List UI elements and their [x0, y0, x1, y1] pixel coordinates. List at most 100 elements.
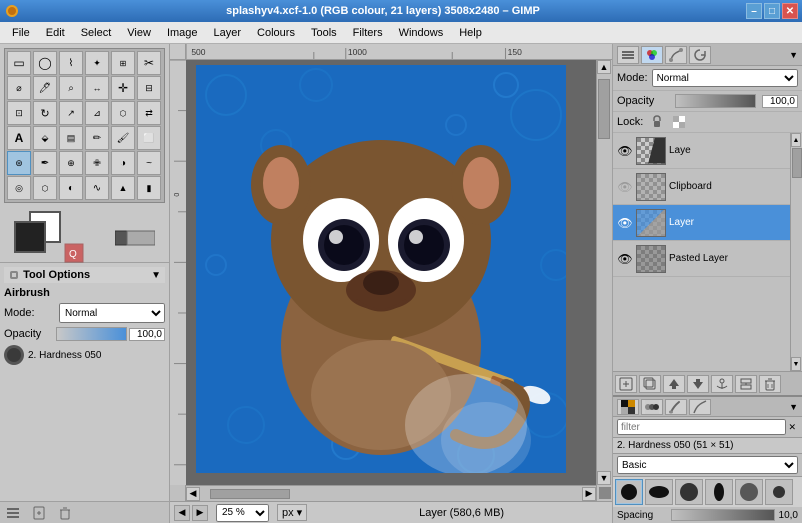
brush-preview[interactable]	[4, 345, 24, 365]
menu-tools[interactable]: Tools	[303, 25, 345, 41]
layer-item[interactable]: 👁 Laye	[613, 133, 790, 169]
tool-scissors[interactable]: ✂	[137, 51, 161, 75]
menu-image[interactable]: Image	[159, 25, 206, 41]
tool-shear[interactable]: ⊿	[85, 101, 109, 125]
tool-measure[interactable]: ↔	[85, 76, 109, 100]
move-layer-up-button[interactable]	[663, 375, 685, 393]
dynamics-tab[interactable]	[689, 399, 711, 415]
brush-item[interactable]	[615, 479, 643, 505]
layers-scroll-thumb[interactable]	[792, 148, 802, 178]
brush-item[interactable]	[675, 479, 703, 505]
new-doc-icon[interactable]	[30, 504, 48, 522]
brushes-tab[interactable]	[665, 399, 687, 415]
unit-select[interactable]: px ▾	[277, 504, 307, 521]
tool-dodge-burn[interactable]: ◑	[111, 151, 135, 175]
tool-crop[interactable]: ⊡	[7, 101, 31, 125]
canvas-viewport[interactable]	[186, 60, 596, 485]
tool-free-select[interactable]: ⌇	[59, 51, 83, 75]
tool-levels[interactable]: ▲	[111, 176, 135, 200]
layers-scroll-up[interactable]: ▲	[791, 133, 801, 147]
brush-filter-input[interactable]	[617, 419, 786, 435]
tool-ink[interactable]: ✒	[33, 151, 57, 175]
lock-alpha-icon[interactable]	[671, 114, 687, 130]
delete-icon[interactable]	[56, 504, 74, 522]
tool-heal[interactable]: ✙	[85, 151, 109, 175]
tool-curves[interactable]: ∿	[85, 176, 109, 200]
tool-zoom[interactable]: ⌕	[59, 76, 83, 100]
layer-item[interactable]: 👁 Clipboard	[613, 169, 790, 205]
brush-item[interactable]	[765, 479, 793, 505]
scroll-up-button[interactable]: ▲	[597, 60, 611, 74]
tool-hue-sat[interactable]: ◐	[59, 176, 83, 200]
tool-rect-select[interactable]: ▭	[7, 51, 31, 75]
brush-pattern-tab[interactable]	[641, 399, 663, 415]
menu-file[interactable]: File	[4, 25, 38, 41]
paths-tab[interactable]	[665, 46, 687, 64]
layer-opacity-slider[interactable]	[675, 94, 756, 108]
tool-bucket-fill[interactable]: ⬙	[33, 126, 57, 150]
tool-text[interactable]: A	[7, 126, 31, 150]
menu-view[interactable]: View	[119, 25, 159, 41]
vertical-scrollbar[interactable]: ▲ ▼	[596, 60, 612, 485]
nav-prev-button[interactable]: ◀	[174, 505, 190, 521]
layer-mode-select[interactable]: Normal	[652, 69, 798, 87]
brushes-panel-menu-button[interactable]: ▼	[789, 402, 798, 412]
tool-paths[interactable]: ⌀	[7, 76, 31, 100]
menu-edit[interactable]: Edit	[38, 25, 73, 41]
tool-rotate[interactable]: ↻	[33, 101, 57, 125]
layer-visibility-icon[interactable]: 👁	[617, 179, 633, 195]
maximize-button[interactable]: □	[764, 3, 780, 19]
tool-color-picker[interactable]: 🖊	[33, 76, 57, 100]
layer-visibility-icon[interactable]: 👁	[617, 251, 633, 267]
scroll-down-button[interactable]: ▼	[597, 471, 611, 485]
menu-help[interactable]: Help	[451, 25, 490, 41]
anchor-layer-button[interactable]	[711, 375, 733, 393]
menu-filters[interactable]: Filters	[345, 25, 391, 41]
scroll-thumb-horizontal[interactable]	[210, 489, 290, 499]
menu-windows[interactable]: Windows	[391, 25, 452, 41]
brush-color-tab[interactable]	[617, 399, 639, 415]
tool-flip[interactable]: ⇄	[137, 101, 161, 125]
layer-item[interactable]: 👁 Pasted Layer	[613, 241, 790, 277]
close-button[interactable]: ✕	[782, 3, 798, 19]
spacing-slider[interactable]	[671, 509, 775, 521]
brush-item[interactable]	[705, 479, 733, 505]
menu-select[interactable]: Select	[73, 25, 120, 41]
opacity-slider[interactable]	[56, 327, 127, 341]
tool-fg-select[interactable]: ⊞	[111, 51, 135, 75]
tool-convolve[interactable]: ◎	[7, 176, 31, 200]
minimize-button[interactable]: –	[746, 3, 762, 19]
layers-scroll-down[interactable]: ▼	[791, 357, 801, 371]
tool-eraser[interactable]: ⬜	[137, 126, 161, 150]
delete-layer-button[interactable]	[759, 375, 781, 393]
panel-menu-button[interactable]: ▼	[789, 50, 798, 60]
tool-clone[interactable]: ⊕	[59, 151, 83, 175]
tool-align[interactable]: ⊟	[137, 76, 161, 100]
menu-colours[interactable]: Colours	[249, 25, 303, 41]
tool-options-chevron[interactable]: ▼	[151, 270, 161, 281]
brush-mode-select[interactable]: Basic	[617, 456, 798, 474]
tool-scale[interactable]: ↗	[59, 101, 83, 125]
tool-airbrush[interactable]: ⊛	[7, 151, 31, 175]
tool-ellipse-select[interactable]: ◯	[33, 51, 57, 75]
tool-blend[interactable]: ▤	[59, 126, 83, 150]
lock-pixels-icon[interactable]	[649, 114, 665, 130]
scroll-thumb-vertical[interactable]	[598, 79, 610, 139]
layer-visibility-icon[interactable]: 👁	[617, 143, 633, 159]
move-layer-down-button[interactable]	[687, 375, 709, 393]
layer-item-active[interactable]: 👁 Layer	[613, 205, 790, 241]
tool-threshold[interactable]: ▮	[137, 176, 161, 200]
color-swap-icon[interactable]	[115, 229, 155, 247]
tool-pencil[interactable]: ✏	[85, 126, 109, 150]
zoom-select[interactable]: 25 % 50 % 100 %	[216, 504, 269, 522]
menu-layer[interactable]: Layer	[206, 25, 250, 41]
layers-scrollbar[interactable]: ▲ ▼	[790, 133, 802, 371]
tool-color-balance[interactable]: ⬡	[33, 176, 57, 200]
tool-smudge[interactable]: ~	[137, 151, 161, 175]
layer-visibility-icon[interactable]: 👁	[617, 215, 633, 231]
duplicate-layer-button[interactable]	[639, 375, 661, 393]
brush-filter-clear[interactable]: ✕	[786, 422, 798, 433]
new-layer-button[interactable]	[615, 375, 637, 393]
tool-perspective[interactable]: ⬡	[111, 101, 135, 125]
foreground-color[interactable]	[14, 221, 46, 253]
